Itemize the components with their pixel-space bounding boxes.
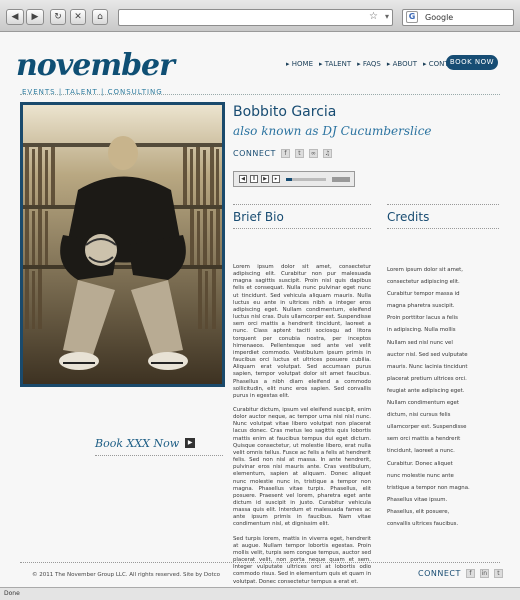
nav-home[interactable]: ▸ HOME	[286, 60, 313, 68]
footer-connect-row: CONNECT f in t	[418, 569, 503, 578]
facebook-icon[interactable]: f	[280, 149, 290, 158]
nav-about-label: ABOUT	[392, 60, 418, 68]
credit-line: Proin porttitor lacus a felis	[387, 315, 458, 322]
web-page: november EVENTS | TALENT | CONSULTING ▸ …	[0, 32, 520, 587]
nav-faqs[interactable]: ▸ FAQS	[357, 60, 381, 68]
bio-paragraph: Sed turpis lorem, mattis in viverra eget…	[233, 535, 371, 585]
footer-divider	[20, 562, 500, 563]
credit-line: consectetur adipiscing elit.	[387, 279, 460, 286]
forward-button[interactable]: ▶	[26, 9, 44, 25]
play-icon[interactable]: ▶	[261, 175, 269, 183]
credit-line: mauris. Nunc lacinia tincidunt	[387, 363, 468, 370]
credit-line: Phasellus, elit posuere,	[387, 508, 450, 515]
credit-line: dictum, nisi cursus felis	[387, 412, 451, 419]
audio-player: ◀ Ⅱ ▶ ▸	[233, 171, 355, 187]
main-nav: ▸ HOME ▸ TALENT ▸ FAQS ▸ ABOUT ▸ CONTACT	[286, 60, 462, 68]
bio-title: Brief Bio	[233, 210, 284, 224]
bio-top-divider	[233, 204, 371, 205]
flickr-icon[interactable]: ∞	[308, 149, 318, 158]
reload-button[interactable]: ↻	[50, 9, 66, 25]
bio-paragraph: Curabitur dictum, ipsum vel eleifend sus…	[233, 406, 371, 528]
credit-line: feugiat ante adipiscing eget.	[387, 387, 465, 394]
browser-toolbar: ◀ ▶ ↻ ✕ ⌂ ☆ ▾ G Google	[0, 0, 520, 32]
copyright-text: © 2011 The November Group LLC. All right…	[32, 572, 221, 578]
credits-top-divider	[387, 204, 499, 205]
stop-button[interactable]: ✕	[70, 9, 86, 25]
forward-icon[interactable]: ▸	[272, 175, 280, 183]
arrow-right-icon: ▶	[185, 438, 196, 448]
credit-line: Lorem ipsum dolor sit amet,	[387, 267, 463, 273]
artist-connect-row: CONNECT f t ∞ ♫	[233, 149, 332, 158]
artist-alias: also known as DJ Cucumberslice	[233, 124, 432, 138]
search-input[interactable]: G Google	[402, 9, 514, 26]
pause-icon[interactable]: Ⅱ	[250, 175, 258, 183]
progress-fill	[286, 178, 292, 181]
connect-label: CONNECT	[233, 149, 276, 158]
nav-faqs-label: FAQS	[362, 60, 381, 68]
credit-line: Curabitur. Donec aliquet	[387, 460, 453, 467]
book-now-button[interactable]: BOOK NOW	[446, 55, 498, 70]
credit-line: ullamcorper est. Suspendisse	[387, 424, 467, 431]
back-button[interactable]: ◀	[6, 9, 24, 25]
credit-line: nunc molestie nunc ante	[387, 472, 454, 479]
credits-title: Credits	[387, 210, 430, 224]
google-icon[interactable]: G	[406, 11, 418, 23]
bio-text: Lorem ipsum dolor sit amet, consectetur …	[233, 264, 371, 587]
credit-line: magna pharetra suscipit.	[387, 303, 455, 310]
nav-talent-label: TALENT	[324, 60, 352, 68]
credit-line: Curabitur tempor massa id	[387, 291, 460, 298]
book-artist-link[interactable]: Book XXX Now ▶	[95, 434, 223, 452]
header-divider	[20, 94, 500, 95]
twitter-icon[interactable]: t	[493, 569, 503, 578]
nav-home-label: HOME	[291, 60, 313, 68]
home-button[interactable]: ⌂	[92, 9, 108, 25]
artist-photo	[20, 102, 225, 387]
rewind-icon[interactable]: ◀	[239, 175, 247, 183]
search-placeholder: Google	[425, 13, 454, 22]
logo-wordmark: november	[16, 48, 175, 83]
status-bar: Done	[0, 587, 520, 600]
bio-paragraph: Lorem ipsum dolor sit amet, consectetur …	[233, 264, 371, 399]
credit-line: tincidunt, laoreet a nunc.	[387, 448, 455, 455]
book-link-divider	[95, 455, 223, 456]
artist-name: Bobbito Garcia	[233, 104, 337, 120]
footer-connect-label: CONNECT	[418, 569, 461, 578]
linkedin-icon[interactable]: in	[479, 569, 489, 578]
credit-line: tristique a tempor non magna.	[387, 484, 470, 491]
artist-photo-illustration	[23, 105, 222, 384]
progress-bar[interactable]	[286, 178, 326, 181]
music-icon[interactable]: ♫	[322, 149, 332, 158]
credit-line: convallis ultrices faucibus.	[387, 520, 459, 527]
book-artist-label: Book XXX Now	[95, 436, 180, 450]
credits-divider	[387, 228, 499, 229]
volume-slider[interactable]	[332, 177, 350, 182]
nav-about[interactable]: ▸ ABOUT	[387, 60, 417, 68]
credits-list: Lorem ipsum dolor sit amet, consectetur a…	[387, 264, 487, 530]
bookmark-star-icon[interactable]: ☆	[369, 11, 378, 22]
url-bar[interactable]: ☆ ▾	[118, 9, 393, 26]
twitter-icon[interactable]: t	[294, 149, 304, 158]
credit-line: in adipiscing. Nulla mollis	[387, 327, 456, 334]
nav-talent[interactable]: ▸ TALENT	[319, 60, 351, 68]
dropdown-icon[interactable]: ▾	[385, 12, 389, 21]
credit-line: sem orci mattis a hendrerit	[387, 436, 461, 443]
credit-line: Nullam sed nisl nunc vel	[387, 339, 453, 346]
bio-divider	[233, 228, 371, 229]
facebook-icon[interactable]: f	[465, 569, 475, 578]
site-logo[interactable]: november EVENTS | TALENT | CONSULTING	[16, 48, 175, 96]
credit-line: Nullam condimentum eget	[387, 400, 459, 407]
credit-line: auctor nisl. Sed sed vulputate	[387, 351, 468, 358]
credit-line: Phasellus vitae ipsum.	[387, 496, 448, 503]
credit-line: placerat pretium ultrices orci.	[387, 375, 467, 382]
